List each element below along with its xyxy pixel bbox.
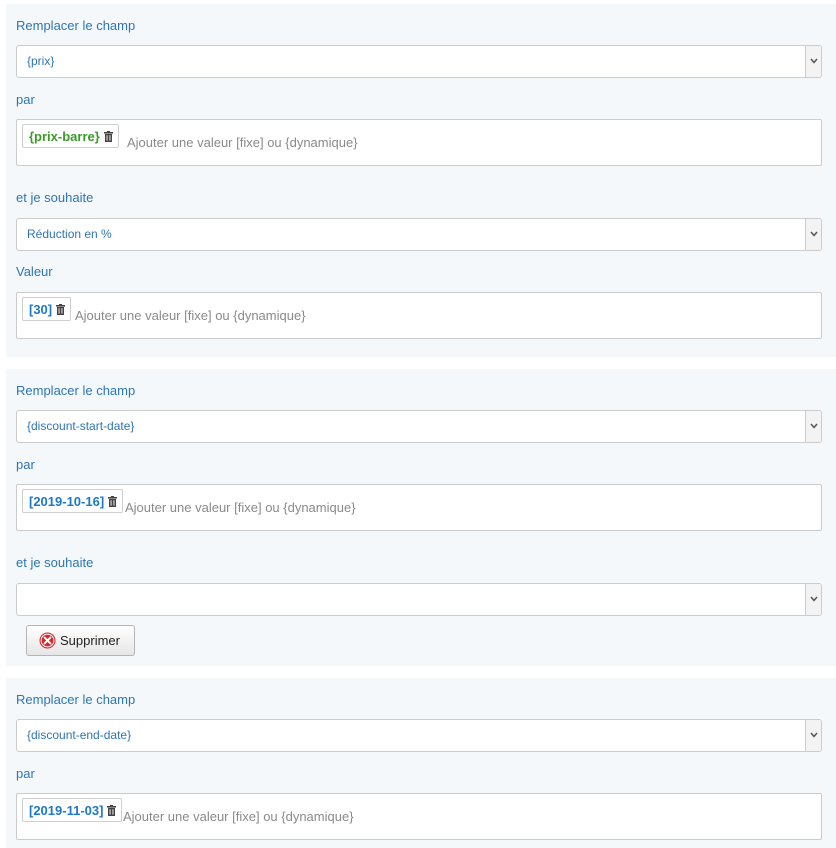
rule-block-1: Remplacer le champ {prix} par {prix-barr… xyxy=(6,4,836,357)
by-label: par xyxy=(16,457,35,472)
field-select-value: {discount-end-date} xyxy=(27,728,132,742)
chevron-down-icon xyxy=(810,58,818,64)
value-tag-text: [2019-10-16] xyxy=(29,493,105,509)
tag-input-placeholder[interactable]: Ajouter une valeur [fixe] ou {dynamique} xyxy=(125,500,356,515)
dropdown-arrow[interactable] xyxy=(805,411,821,442)
wish-label: et je souhaite xyxy=(16,190,94,205)
value-tag: {prix-barre} xyxy=(22,124,119,148)
value-tag-text: {prix-barre} xyxy=(29,128,100,144)
field-label: Remplacer le champ xyxy=(16,18,136,33)
field-select[interactable]: {discount-end-date} xyxy=(16,719,822,752)
value-tag-input[interactable]: [30] Ajouter une valeur [fixe] ou {dynam… xyxy=(16,292,822,339)
value-tag: [2019-11-03] xyxy=(22,798,123,822)
delete-button-label: Supprimer xyxy=(60,633,120,648)
trash-icon[interactable] xyxy=(108,495,118,507)
value-tag: [30] xyxy=(22,297,72,321)
by-tag-input[interactable]: [2019-11-03] Ajouter une valeur [fixe] o… xyxy=(16,793,822,840)
tag-input-placeholder[interactable]: Ajouter une valeur [fixe] ou {dynamique} xyxy=(123,809,354,824)
dropdown-arrow[interactable] xyxy=(805,720,821,751)
field-select[interactable]: {discount-start-date} xyxy=(16,410,822,443)
trash-icon[interactable] xyxy=(56,303,66,315)
wish-select[interactable]: Réduction en % xyxy=(16,218,822,251)
wish-label: et je souhaite xyxy=(16,555,94,570)
value-tag: [2019-10-16] xyxy=(22,489,124,513)
by-label: par xyxy=(16,766,35,781)
wish-select-value: Réduction en % xyxy=(27,227,112,241)
by-tag-input[interactable]: {prix-barre} Ajouter une valeur [fixe] o… xyxy=(16,119,822,166)
rule-block-2: Remplacer le champ {discount-start-date}… xyxy=(6,369,836,666)
trash-icon[interactable] xyxy=(103,130,113,142)
by-tag-input[interactable]: [2019-10-16] Ajouter une valeur [fixe] o… xyxy=(16,484,822,531)
value-tag-text: [2019-11-03] xyxy=(29,802,104,818)
chevron-down-icon xyxy=(810,732,818,738)
field-select-value: {discount-start-date} xyxy=(27,419,135,433)
chevron-down-icon xyxy=(810,231,818,237)
red-x-circle-icon xyxy=(39,632,56,649)
rule-block-3: Remplacer le champ {discount-end-date} p… xyxy=(6,678,836,848)
value-tag-text: [30] xyxy=(29,301,53,317)
tag-input-placeholder[interactable]: Ajouter une valeur [fixe] ou {dynamique} xyxy=(75,308,306,323)
delete-button[interactable]: Supprimer xyxy=(26,625,135,656)
chevron-down-icon xyxy=(810,423,818,429)
chevron-down-icon xyxy=(810,596,818,602)
field-label: Remplacer le champ xyxy=(16,383,136,398)
trash-icon[interactable] xyxy=(107,804,117,816)
dropdown-arrow[interactable] xyxy=(805,219,821,250)
dropdown-arrow[interactable] xyxy=(805,46,821,77)
by-label: par xyxy=(16,92,35,107)
field-label: Remplacer le champ xyxy=(16,692,136,707)
field-select[interactable]: {prix} xyxy=(16,45,822,78)
field-select-value: {prix} xyxy=(27,54,55,68)
tag-input-placeholder[interactable]: Ajouter une valeur [fixe] ou {dynamique} xyxy=(127,135,358,150)
wish-select[interactable] xyxy=(16,583,822,616)
value-label: Valeur xyxy=(16,264,53,279)
dropdown-arrow[interactable] xyxy=(805,584,821,615)
